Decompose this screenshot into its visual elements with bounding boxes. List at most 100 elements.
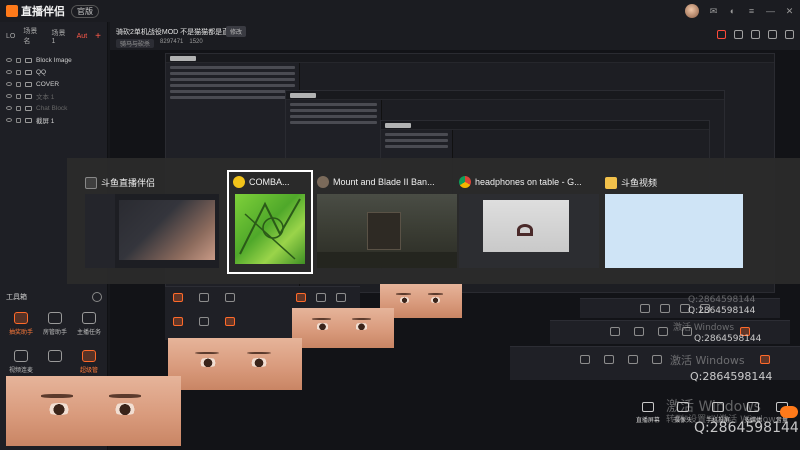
- switcher-item-label: 斗鱼视频: [621, 178, 658, 188]
- tab-lo[interactable]: LO: [6, 33, 15, 40]
- switcher-item-bannerlord[interactable]: Mount and Blade II Ban...: [317, 172, 457, 272]
- lock-icon[interactable]: [734, 30, 743, 39]
- toolbox-title: 工具箱: [6, 294, 27, 301]
- qq-watermark-small: Q:2864598144: [688, 295, 756, 305]
- tool-grid: 抽奖助手 房管助手 主播任务 视频连麦 超级管: [0, 302, 108, 374]
- switcher-item-label: Mount and Blade II Ban...: [333, 177, 435, 187]
- window-source-icon: [25, 69, 32, 75]
- lock-icon[interactable]: [16, 81, 21, 87]
- toolbox-header: 工具箱: [0, 292, 108, 302]
- source-list: Block Image QQ COVER 文本 1 Chat Block 截屏 …: [0, 54, 107, 126]
- gear-icon[interactable]: [92, 292, 102, 302]
- eye-icon[interactable]: [6, 70, 12, 74]
- layout-icon[interactable]: [751, 30, 760, 39]
- window-thumbnail: [605, 194, 743, 268]
- image-source-icon: [25, 81, 32, 87]
- switcher-item-chrome[interactable]: headphones on table - G...: [459, 172, 599, 272]
- window-controls: ✉ ◐ ≡ — ✕: [685, 4, 794, 18]
- toolbar-echo-1: [165, 286, 295, 340]
- source-label: Chat Block: [36, 104, 68, 112]
- lock-icon[interactable]: [16, 105, 21, 111]
- source-label: QQ: [36, 68, 47, 76]
- room-category[interactable]: 骑马与砍杀: [116, 39, 155, 48]
- skin-icon[interactable]: ◐: [728, 6, 737, 16]
- eye-icon[interactable]: [6, 118, 12, 122]
- tool-label: 抽奖助手: [8, 330, 33, 336]
- tool-icon: [48, 350, 62, 362]
- menu-icon[interactable]: ≡: [747, 6, 756, 16]
- bannerlord-icon: [317, 176, 329, 188]
- tab-scene-name[interactable]: 场景名: [23, 26, 43, 46]
- screenshot-icon[interactable]: [768, 30, 777, 39]
- window-thumbnail: [235, 194, 305, 264]
- fullscreen-icon[interactable]: [785, 30, 794, 39]
- tab-scene-1[interactable]: 场景1: [51, 28, 68, 45]
- gift-icon: [14, 312, 28, 324]
- chat-source-icon: [25, 105, 32, 111]
- eye-icon[interactable]: [6, 106, 12, 110]
- tool-video-link[interactable]: 视频连麦: [4, 350, 38, 374]
- source-item-qq[interactable]: QQ: [0, 66, 107, 78]
- qq-watermark-2: Q:2864598144: [694, 334, 762, 344]
- room-id: 8297471: [160, 39, 184, 45]
- version-badge[interactable]: 官版: [71, 4, 99, 18]
- go-live-button[interactable]: [780, 406, 798, 418]
- game-art: [239, 198, 301, 260]
- preview-toolbar: [717, 30, 794, 39]
- toolbox: 工具箱 抽奖助手 房管助手 主播任务 视频连麦 超级管: [0, 292, 108, 374]
- switcher-item-douyu-companion[interactable]: 斗鱼直播伴侣: [85, 172, 219, 272]
- switcher-item-combat[interactable]: COMBA...: [227, 170, 313, 274]
- title-bar: 直播伴侣 官版 ✉ ◐ ≡ — ✕: [0, 0, 800, 22]
- camera-echo-large: [168, 338, 302, 390]
- screen-share-button[interactable]: 直播屏幕: [636, 402, 660, 424]
- source-item-capture-1[interactable]: 截屏 1: [0, 114, 107, 126]
- activate-watermark-small: 激活 Windows: [673, 323, 735, 333]
- message-icon[interactable]: ✉: [709, 6, 718, 16]
- tool-label: 房管助手: [42, 330, 67, 336]
- close-icon[interactable]: ✕: [785, 6, 794, 16]
- lock-icon[interactable]: [16, 69, 21, 75]
- window-thumbnail: [317, 194, 457, 268]
- record-icon[interactable]: [717, 30, 726, 39]
- tool-super-admin[interactable]: 超级管: [72, 350, 106, 374]
- tool-lottery[interactable]: 抽奖助手: [4, 312, 38, 336]
- lock-icon[interactable]: [16, 57, 21, 63]
- source-item-cover[interactable]: COVER: [0, 78, 107, 90]
- minimize-icon[interactable]: —: [766, 6, 775, 16]
- switcher-item-douyu-video[interactable]: 斗鱼视频: [605, 172, 743, 272]
- source-label: Block Image: [36, 56, 72, 64]
- douyu-companion-icon: [85, 176, 97, 189]
- user-shield-icon: [48, 312, 62, 324]
- source-label: 文本 1: [36, 94, 55, 101]
- activate-watermark-mid: 激活 Windows: [670, 354, 745, 367]
- avatar[interactable]: [685, 4, 699, 18]
- edit-title-button[interactable]: 修改: [226, 26, 247, 37]
- add-scene-icon[interactable]: +: [95, 31, 101, 42]
- tool-streamer-tasks[interactable]: 主播任务: [72, 312, 106, 336]
- lock-icon[interactable]: [16, 117, 21, 123]
- tool-label: 视频连麦: [8, 368, 33, 374]
- eye-icon[interactable]: [6, 58, 12, 62]
- task-icon: [82, 312, 96, 324]
- camera-echo-medium: [292, 308, 394, 348]
- tab-aut[interactable]: Aut: [77, 33, 88, 40]
- lock-icon[interactable]: [16, 93, 21, 99]
- eye-icon[interactable]: [6, 82, 12, 86]
- image-source-icon: [25, 57, 32, 63]
- eye-icon[interactable]: [6, 94, 12, 98]
- source-item-block-image[interactable]: Block Image: [0, 54, 107, 66]
- switcher-item-label: COMBA...: [249, 177, 290, 187]
- game-icon: [233, 176, 245, 188]
- video-link-icon: [14, 350, 28, 362]
- tool-blank[interactable]: [38, 350, 72, 374]
- tool-label: 超级管: [79, 368, 98, 374]
- chrome-icon: [459, 176, 471, 188]
- app-name: 直播伴侣: [21, 6, 65, 18]
- source-item-text-1[interactable]: 文本 1: [0, 90, 107, 102]
- tool-room-admin[interactable]: 房管助手: [38, 312, 72, 336]
- app-logo: 直播伴侣: [6, 3, 65, 19]
- source-label: COVER: [36, 80, 60, 88]
- source-item-chat-block[interactable]: Chat Block: [0, 102, 107, 114]
- viewer-count: 1520: [189, 39, 203, 45]
- switcher-item-label: 斗鱼直播伴侣: [101, 178, 156, 188]
